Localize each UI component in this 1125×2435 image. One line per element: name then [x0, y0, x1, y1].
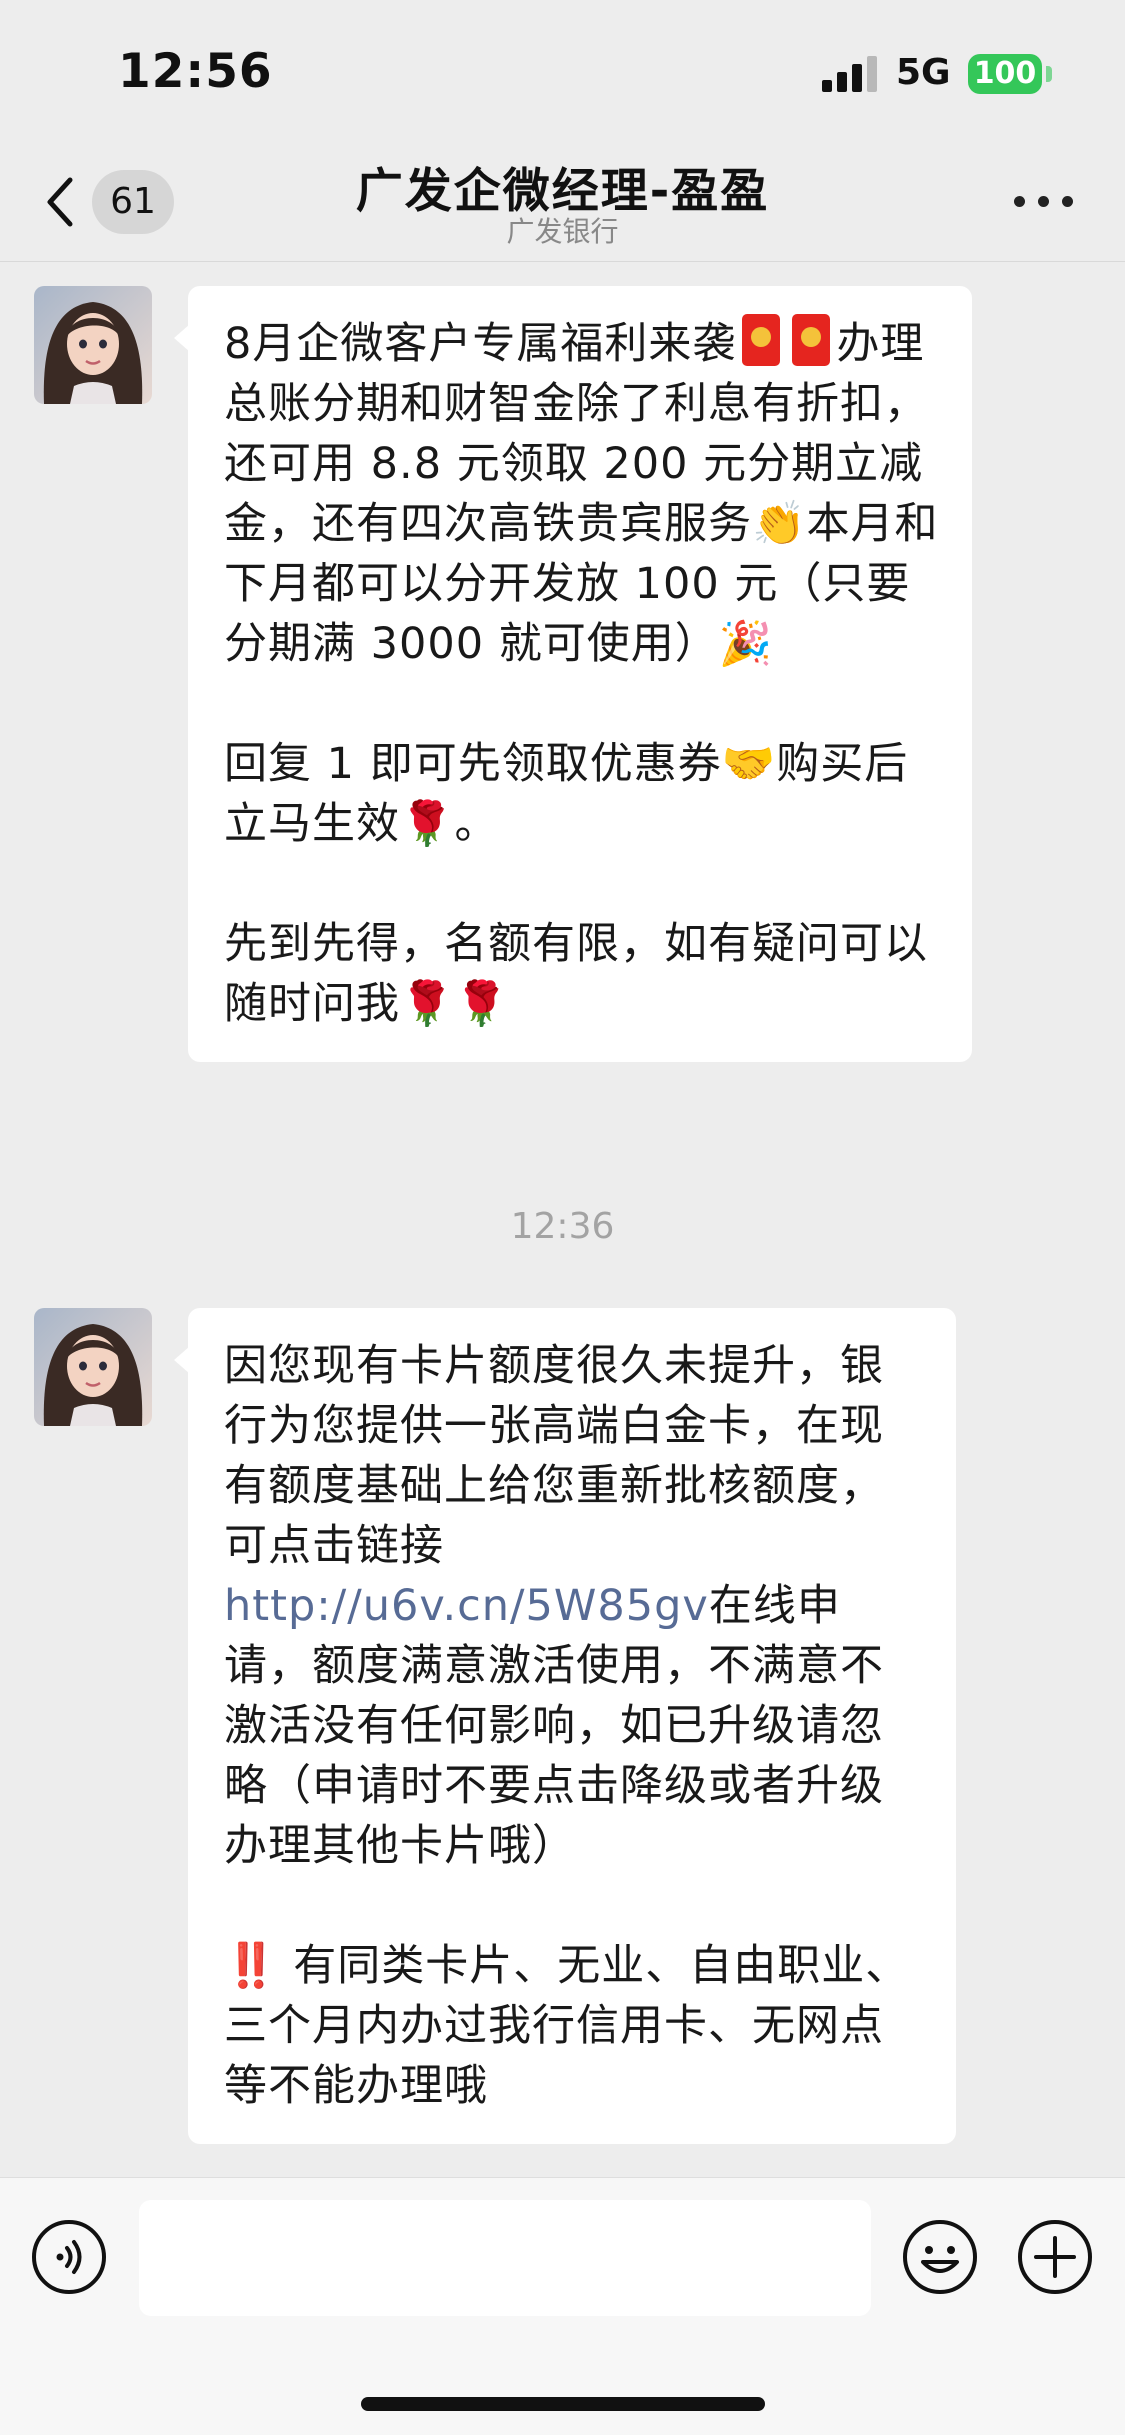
battery-icon: 100 — [968, 54, 1042, 94]
message-timestamp: 12:36 — [510, 1206, 615, 1247]
rose-emoji: 🌹 — [400, 799, 455, 849]
chat-subtitle: 广发银行 — [506, 215, 619, 248]
red-packet-icon — [742, 314, 781, 366]
status-bar: 12:56 5G 100 — [0, 0, 1125, 140]
double-exclamation-emoji: ‼️ — [224, 1941, 279, 1991]
signal-icon — [822, 56, 878, 92]
message-list[interactable]: 8月企微客户专属福利来袭 办理总账分期和财智金除了利息有折扣，还可用 8.8 元领… — [0, 262, 1125, 2177]
message-paragraph: 因您现有卡片额度很久未提升，银行为您提供一张高端白金卡，在现有额度基础上给您重新… — [224, 1336, 924, 1876]
message-text: 。 — [454, 799, 499, 849]
message-paragraph: ‼️ 有同类卡片、无业、自由职业、三个月内办过我行信用卡、无网点等不能办理哦 — [224, 1936, 924, 2116]
chat-header: 61 广发企微经理-盈盈 广发银行 — [0, 140, 1125, 262]
message-bubble[interactable]: 8月企微客户专属福利来袭 办理总账分期和财智金除了利息有折扣，还可用 8.8 元领… — [174, 286, 972, 1062]
message-input[interactable] — [139, 2200, 871, 2316]
rose-emoji: 🌹🌹 — [400, 979, 510, 1029]
handshake-emoji: 🤝 — [721, 739, 777, 789]
home-indicator — [361, 2397, 765, 2411]
clap-emoji: 👏 — [752, 499, 807, 549]
contact-avatar[interactable] — [34, 1308, 152, 1426]
emoji-icon[interactable] — [901, 2218, 979, 2296]
message-text: 8月企微客户专属福利来袭 — [224, 319, 737, 369]
contact-avatar[interactable] — [34, 286, 152, 404]
plus-icon[interactable] — [1016, 2218, 1094, 2296]
voice-icon[interactable] — [30, 2218, 108, 2296]
more-dots-icon[interactable] — [1014, 192, 1074, 212]
status-time: 12:56 — [118, 44, 273, 99]
message-bubble[interactable]: 因您现有卡片额度很久未提升，银行为您提供一张高端白金卡，在现有额度基础上给您重新… — [174, 1308, 956, 2144]
message-text: 先到先得，名额有限，如有疑问可以随时问我 — [224, 919, 928, 1029]
message-link[interactable]: http://u6v.cn/5W85gv — [224, 1581, 709, 1631]
network-label: 5G — [896, 52, 951, 93]
message-paragraph: 回复 1 即可先领取优惠券🤝购买后立马生效🌹。 — [224, 734, 940, 854]
message-text: 回复 1 即可先领取优惠券 — [224, 739, 722, 789]
message-paragraph: 8月企微客户专属福利来袭 办理总账分期和财智金除了利息有折扣，还可用 8.8 元领… — [224, 314, 940, 674]
red-packet-icon — [792, 314, 831, 366]
party-emoji: 🎉 — [718, 619, 774, 669]
message-paragraph: 先到先得，名额有限，如有疑问可以随时问我🌹🌹 — [224, 914, 940, 1034]
message-text: 因您现有卡片额度很久未提升，银行为您提供一张高端白金卡，在现有额度基础上给您重新… — [224, 1341, 884, 1571]
message-text: 有同类卡片、无业、自由职业、三个月内办过我行信用卡、无网点等不能办理哦 — [224, 1941, 910, 2111]
battery-tip — [1046, 66, 1052, 82]
